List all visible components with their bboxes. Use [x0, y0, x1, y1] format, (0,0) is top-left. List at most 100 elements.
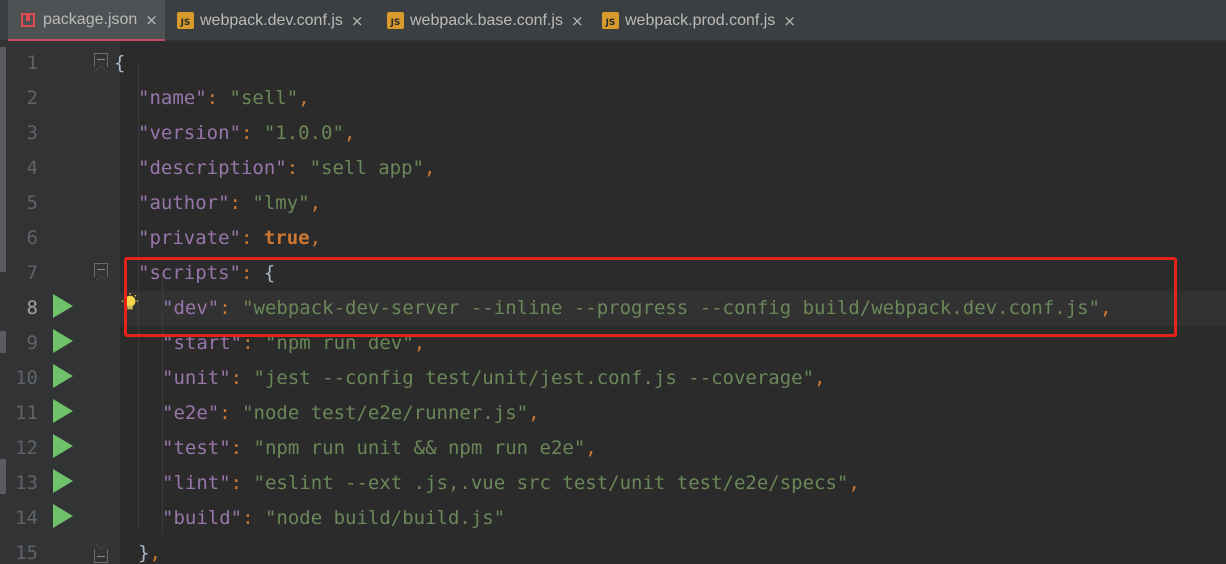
json-string: "lmy": [252, 192, 310, 214]
json-key: "name": [138, 87, 207, 109]
colon: :: [219, 402, 243, 424]
json-key: "unit": [162, 367, 231, 389]
comma: ,: [585, 437, 597, 459]
run-script-icon[interactable]: [53, 399, 73, 423]
js-file-icon: JS: [387, 12, 404, 29]
code-line-11: "e2e": "node test/e2e/runner.js",: [162, 396, 540, 431]
colon: :: [206, 87, 230, 109]
line-gutter[interactable]: 1 2 3 4 5 6 7 8 9 10 11 12 13 14 15: [8, 41, 120, 564]
close-icon[interactable]: ×: [783, 12, 796, 30]
code-line-6: "private": true,: [138, 221, 321, 256]
close-icon[interactable]: ×: [351, 12, 364, 30]
change-marker: [0, 47, 6, 272]
colon: :: [230, 437, 254, 459]
line-number: 11: [15, 402, 38, 424]
tab-label: webpack.dev.conf.js: [200, 11, 343, 29]
json-string: "node build/build.js": [264, 507, 506, 529]
colon: :: [242, 507, 265, 529]
comma: ,: [309, 192, 322, 214]
json-string: "node test/e2e/runner.js": [242, 402, 529, 424]
code-line-12: "test": "npm run unit && npm run e2e",: [162, 431, 597, 466]
tab-package-json[interactable]: package.json ×: [8, 0, 165, 41]
comma: ,: [309, 227, 322, 249]
code-line-3: "version": "1.0.0",: [138, 116, 355, 151]
json-key: "version": [138, 122, 241, 144]
run-script-icon[interactable]: [53, 364, 73, 388]
json-string: "jest --config test/unit/jest.conf.js --…: [253, 367, 815, 389]
line-number: 13: [15, 472, 38, 494]
red-highlight-box: [124, 257, 1177, 337]
line-number: 14: [15, 507, 38, 529]
tab-label: package.json: [43, 10, 138, 28]
run-script-icon[interactable]: [53, 294, 73, 318]
json-file-icon: [21, 12, 35, 27]
code-line-4: "description": "sell app",: [138, 151, 435, 186]
code-line-10: "unit": "jest --config test/unit/jest.co…: [162, 361, 826, 396]
line-number: 6: [26, 227, 38, 249]
close-icon[interactable]: ×: [145, 11, 158, 29]
line-number: 4: [26, 157, 38, 179]
brace: {: [114, 52, 126, 74]
colon: :: [286, 157, 310, 179]
fold-expand-icon[interactable]: [94, 263, 108, 282]
line-number: 9: [26, 332, 38, 354]
line-number: 15: [15, 542, 38, 564]
run-script-icon[interactable]: [53, 329, 73, 353]
line-number: 10: [15, 367, 38, 389]
line-number: 2: [26, 87, 38, 109]
json-string: "sell": [229, 87, 299, 109]
change-marker: [0, 331, 6, 353]
comma: ,: [424, 157, 436, 179]
tab-label: webpack.base.conf.js: [410, 11, 563, 29]
colon: :: [230, 367, 254, 389]
json-string: "eslint --ext .js,.vue src test/unit tes…: [253, 472, 849, 494]
json-key: "private": [138, 227, 241, 249]
editor-tab-bar: package.json × JS webpack.dev.conf.js × …: [0, 0, 1226, 41]
tab-label: webpack.prod.conf.js: [625, 11, 776, 29]
colon: :: [230, 472, 254, 494]
line-number: 1: [26, 52, 38, 74]
json-key: "e2e": [162, 402, 220, 424]
code-line-14: "build": "node build/build.js": [162, 501, 505, 536]
json-key: "test": [162, 437, 231, 459]
js-file-icon: JS: [177, 12, 194, 29]
comma: ,: [343, 122, 356, 144]
comma: ,: [528, 402, 540, 424]
comma: ,: [848, 472, 860, 494]
tab-webpack-dev-conf[interactable]: JS webpack.dev.conf.js ×: [167, 0, 377, 41]
code-line-13: "lint": "eslint --ext .js,.vue src test/…: [162, 466, 860, 501]
tab-webpack-prod-conf[interactable]: JS webpack.prod.conf.js ×: [592, 0, 812, 41]
code-line-5: "author": "lmy",: [138, 186, 321, 221]
fold-expand-icon[interactable]: [94, 53, 108, 72]
json-string: "sell app": [309, 157, 424, 179]
json-string: "1.0.0": [263, 122, 344, 144]
comma: ,: [298, 87, 310, 109]
brace: }: [138, 542, 150, 564]
code-line-15: },: [138, 536, 161, 564]
js-file-icon: JS: [602, 12, 619, 29]
json-boolean: true: [263, 227, 310, 249]
run-script-icon[interactable]: [53, 469, 73, 493]
code-line-1: {: [114, 46, 125, 81]
line-number: 12: [15, 437, 38, 459]
line-number-current: 8: [26, 297, 38, 319]
comma: ,: [149, 542, 161, 564]
change-marker: [0, 459, 6, 494]
code-line-2: "name": "sell",: [138, 81, 310, 116]
tab-webpack-base-conf[interactable]: JS webpack.base.conf.js ×: [377, 0, 592, 41]
fold-collapse-icon[interactable]: [94, 543, 108, 563]
json-key: "build": [162, 507, 243, 529]
structure-strip: [0, 41, 8, 564]
line-number: 7: [26, 262, 38, 284]
colon: :: [229, 192, 253, 214]
json-key: "author": [138, 192, 230, 214]
json-string: "npm run unit && npm run e2e": [253, 437, 586, 459]
colon: :: [240, 227, 264, 249]
json-key: "description": [138, 157, 287, 179]
run-script-icon[interactable]: [53, 434, 73, 458]
line-number: 3: [26, 122, 38, 144]
close-icon[interactable]: ×: [571, 12, 584, 30]
colon: :: [240, 122, 264, 144]
json-key: "lint": [162, 472, 231, 494]
run-script-icon[interactable]: [53, 504, 73, 528]
